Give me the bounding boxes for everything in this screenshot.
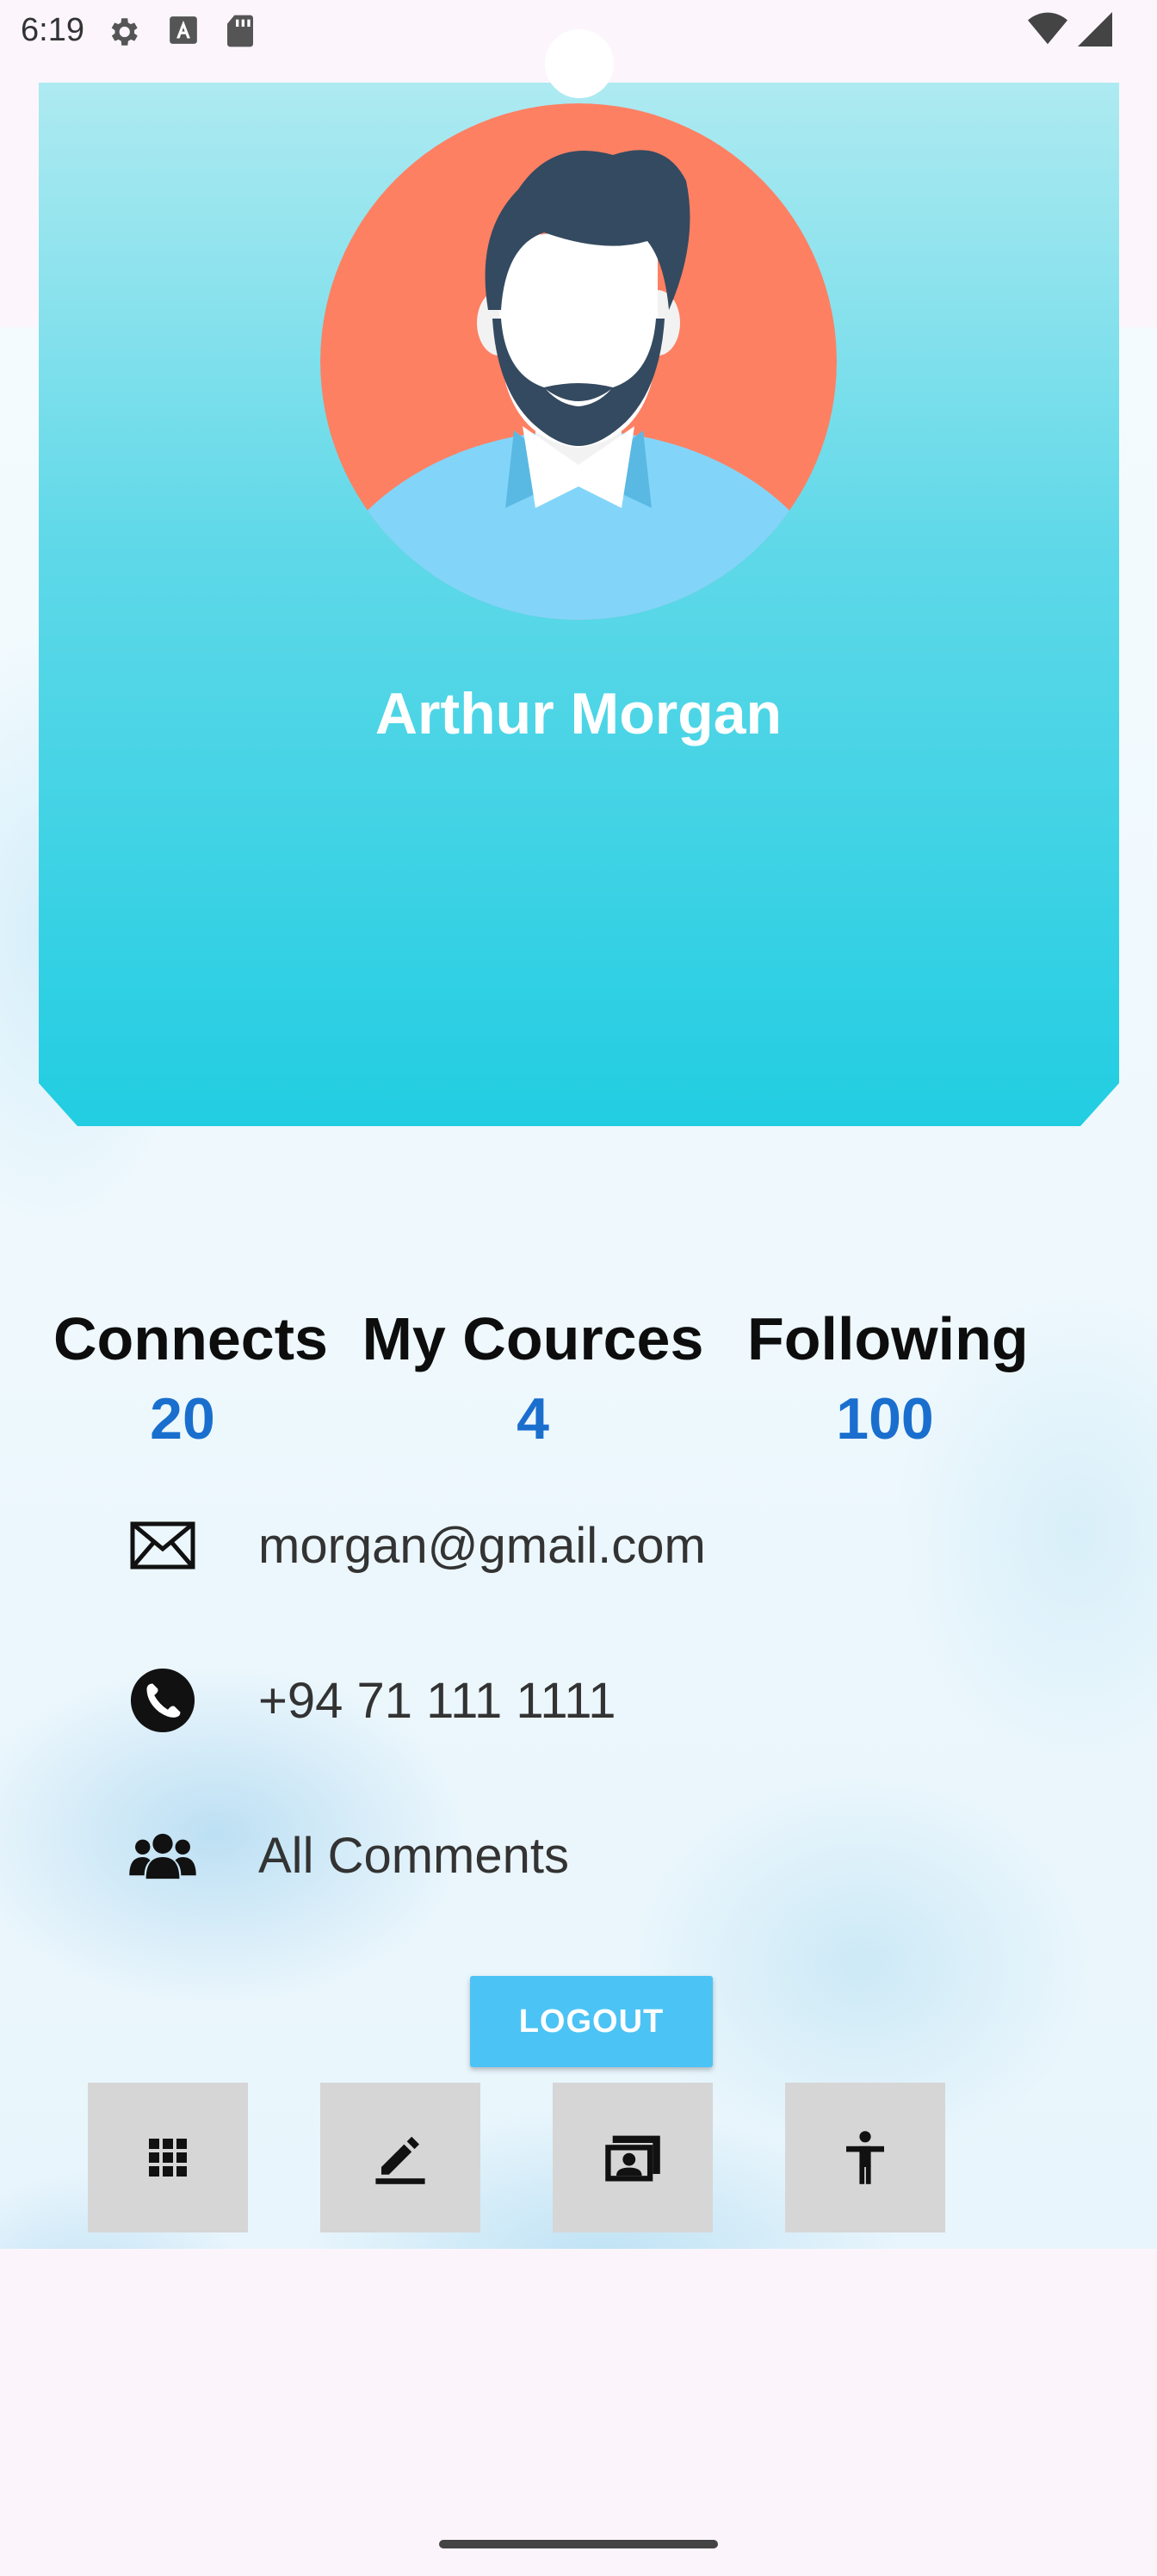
wifi-icon xyxy=(1028,12,1067,45)
home-indicator[interactable] xyxy=(439,2540,718,2548)
comments-row[interactable]: All Comments xyxy=(127,1812,1074,1898)
status-time: 6:19 xyxy=(21,12,84,48)
stat-value: 20 xyxy=(150,1386,215,1452)
comments-text: All Comments xyxy=(258,1827,569,1884)
grid-button[interactable] xyxy=(88,2083,248,2232)
stat-my-cources[interactable]: My Cources 4 xyxy=(362,1304,704,1452)
stat-label: Following xyxy=(747,1305,1029,1372)
sd-card-icon xyxy=(227,15,253,47)
bottom-empty-area xyxy=(0,2249,1157,2576)
accessibility-button[interactable] xyxy=(785,2083,945,2232)
stat-label: My Cources xyxy=(362,1305,704,1372)
accessibility-icon xyxy=(846,2131,884,2184)
stat-connects[interactable]: Connects 20 xyxy=(53,1304,328,1452)
edit-icon xyxy=(375,2136,425,2184)
camera-notch xyxy=(545,29,614,98)
grid-icon xyxy=(149,2139,187,2177)
profile-name: Arthur Morgan xyxy=(374,681,783,746)
cellular-signal-icon xyxy=(1078,12,1112,46)
phone-text: +94 71 111 1111 xyxy=(258,1672,616,1729)
stat-following[interactable]: Following 100 xyxy=(747,1304,1029,1452)
phone-icon xyxy=(127,1665,198,1736)
logout-button[interactable]: LOGOUT xyxy=(470,1976,713,2067)
email-text: morgan@gmail.com xyxy=(258,1517,706,1574)
status-icons-left xyxy=(105,14,255,50)
edit-button[interactable] xyxy=(320,2083,480,2232)
stat-label: Connects xyxy=(53,1305,328,1372)
stat-value: 100 xyxy=(836,1386,934,1452)
font-a-icon xyxy=(170,16,197,44)
profile-avatar[interactable] xyxy=(320,103,837,620)
phone-row[interactable]: +94 71 111 1111 xyxy=(127,1657,1074,1743)
settings-icon xyxy=(111,18,138,46)
status-icons-right xyxy=(1028,12,1112,46)
contact-card-icon xyxy=(605,2135,660,2182)
users-group-icon xyxy=(127,1820,198,1891)
contact-button[interactable] xyxy=(553,2083,713,2232)
envelope-icon xyxy=(127,1510,198,1581)
email-row[interactable]: morgan@gmail.com xyxy=(127,1502,1074,1588)
stat-value: 4 xyxy=(517,1386,549,1452)
